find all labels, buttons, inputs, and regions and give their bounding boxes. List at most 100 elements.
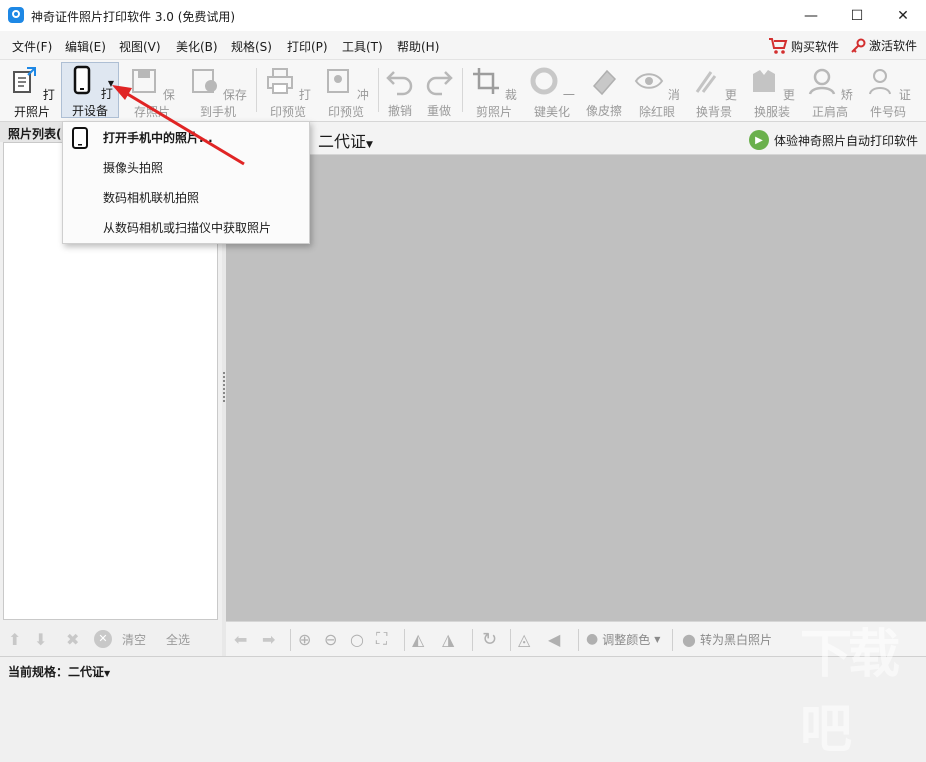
save-to-phone-icon	[192, 69, 218, 93]
app-logo-icon	[8, 7, 24, 23]
activate-software-link[interactable]: 激活软件	[850, 37, 917, 54]
previous-icon[interactable]: ⬅	[234, 629, 247, 649]
red-eye-icon	[634, 73, 664, 89]
clothes-icon	[753, 70, 776, 92]
status-bar: 当前规格：二代证▼	[0, 656, 926, 684]
undo-icon	[386, 71, 413, 96]
auto-print-link[interactable]: ▶ 体验神奇照片自动打印软件	[748, 130, 918, 150]
buy-software-link[interactable]: 购买软件	[768, 37, 839, 55]
remove-icon[interactable]: ✕	[94, 629, 112, 649]
print-preview-button[interactable]: 打印预览	[261, 64, 315, 119]
open-device-button[interactable]: 打开设备 ▼	[61, 62, 119, 118]
one-click-beautify-button[interactable]: 一键美化	[526, 64, 578, 119]
chevron-down-icon: ▼	[366, 140, 373, 150]
adjust-color-button[interactable]: ● 调整颜色 ▼	[586, 629, 660, 649]
open-device-dropdown: 打开手机中的照片... 摄像头拍照 数码相机联机拍照 从数码相机或扫描仪中获取照…	[62, 121, 310, 244]
watermark: 下载吧	[800, 625, 900, 760]
print-preview-icon	[267, 68, 294, 94]
main-header: 二代证▼ ▶ 体验神奇照片自动打印软件	[226, 122, 926, 155]
move-down-icon[interactable]: ⬇	[34, 629, 47, 649]
undo-label: 撤销	[387, 104, 412, 118]
menu-spec[interactable]: 规格(S)	[231, 38, 272, 55]
dropdown-item-camera[interactable]: 摄像头拍照	[103, 159, 163, 176]
rotate-right-icon[interactable]: ◮	[442, 629, 454, 649]
dropdown-item-tethered-camera[interactable]: 数码相机联机拍照	[103, 189, 199, 206]
convert-bw-button[interactable]: ● 转为黑白照片	[682, 629, 772, 649]
next-icon[interactable]: ➡	[262, 629, 275, 649]
save-photo-button[interactable]: 保存照片	[124, 64, 180, 119]
menu-print[interactable]: 打印(P)	[287, 38, 328, 55]
change-clothes-button[interactable]: 更换服装	[745, 64, 799, 119]
flip-horizontal-icon[interactable]: ◬	[518, 629, 530, 649]
title-bar: 神奇证件照片打印软件 3.0 (免费试用) — ☐ ✕	[0, 0, 926, 31]
current-spec[interactable]: 当前规格：二代证▼	[8, 663, 110, 680]
eraser-button[interactable]: 像皮擦	[582, 64, 626, 118]
chevron-down-icon: ▼	[104, 669, 111, 678]
zoom-out-icon[interactable]: ⊖	[324, 629, 337, 649]
menu-bar: 文件(F) 编辑(E) 视图(V) 美化(B) 规格(S) 打印(P) 工具(T…	[0, 31, 926, 60]
toolbar-separator	[290, 629, 291, 651]
menu-file[interactable]: 文件(F)	[12, 38, 52, 55]
photo-print-preview-button[interactable]: 冲印预览	[319, 64, 373, 119]
change-background-button[interactable]: 更换背景	[687, 64, 741, 119]
phone-icon	[73, 65, 91, 95]
flip-vertical-icon[interactable]: ◀	[548, 629, 560, 649]
shoulder-icon	[808, 68, 836, 95]
redo-label: 重做	[426, 104, 451, 118]
key-icon	[851, 38, 866, 53]
splitter-grip-icon	[223, 372, 225, 402]
maximize-button[interactable]: ☐	[834, 0, 880, 31]
correct-shoulder-button[interactable]: 矫正肩高	[803, 64, 857, 119]
delete-photo-icon[interactable]: ✖	[66, 629, 79, 649]
auto-print-icon: ▶	[748, 130, 769, 150]
dropdown-item-open-phone-photos[interactable]: 打开手机中的照片...	[103, 129, 213, 146]
open-photo-button[interactable]: 打开照片	[4, 64, 60, 119]
toolbar-separator	[672, 629, 673, 651]
adjust-color-label: 调整颜色	[602, 632, 651, 647]
menu-beautify[interactable]: 美化(B)	[176, 38, 218, 55]
zoom-fit-icon[interactable]: ○	[350, 629, 364, 649]
move-up-icon[interactable]: ⬆	[8, 629, 21, 649]
save-to-phone-button[interactable]: 保存到手机	[185, 64, 251, 119]
open-photo-icon	[13, 67, 37, 93]
menu-view[interactable]: 视图(V)	[119, 38, 161, 55]
cart-icon	[769, 38, 788, 54]
toolbar-separator	[472, 629, 473, 651]
minimize-button[interactable]: —	[788, 0, 834, 31]
refresh-icon[interactable]: ↻	[482, 629, 497, 650]
menu-edit[interactable]: 编辑(E)	[65, 38, 106, 55]
photo-list-title: 照片列表(	[8, 127, 62, 141]
eraser-icon	[592, 69, 617, 96]
menu-help[interactable]: 帮助(H)	[397, 38, 439, 55]
redo-icon	[426, 71, 453, 96]
current-spec-value: 二代证	[68, 665, 105, 679]
zoom-in-icon[interactable]: ⊕	[298, 629, 311, 649]
id-number-icon	[869, 69, 892, 95]
photo-list-actions: ⬆ ⬇ ✖ ✕ 清空 全选	[0, 622, 222, 656]
remove-red-eye-button[interactable]: 消除红眼	[630, 64, 684, 119]
redo-button[interactable]: 重做	[420, 64, 458, 118]
photo-print-preview-icon	[327, 69, 350, 93]
fullscreen-icon[interactable]: ⛶	[376, 629, 387, 649]
close-button[interactable]: ✕	[880, 0, 926, 31]
save-icon	[132, 69, 157, 93]
select-all-button[interactable]: 全选	[166, 629, 190, 649]
spec-selector-label: 二代证	[318, 132, 367, 151]
rotate-left-icon[interactable]: ◭	[412, 629, 424, 649]
id-number-button[interactable]: 证件号码	[861, 64, 915, 119]
color-palette-icon: ●	[586, 631, 599, 647]
activate-software-label: 激活软件	[869, 39, 918, 53]
crop-photo-button[interactable]: 裁剪照片	[466, 64, 522, 119]
user-icon: ●	[682, 629, 696, 649]
spec-selector[interactable]: 二代证▼	[318, 128, 373, 152]
crop-icon	[473, 68, 500, 94]
clear-list-button[interactable]: 清空	[122, 629, 146, 649]
dropdown-item-scanner[interactable]: 从数码相机或扫描仪中获取照片	[103, 219, 271, 236]
undo-button[interactable]: 撤销	[381, 64, 419, 118]
photo-canvas[interactable]	[226, 155, 926, 621]
phone-icon	[72, 127, 88, 149]
menu-tools[interactable]: 工具(T)	[342, 38, 383, 55]
toolbar-separator	[256, 68, 257, 112]
convert-bw-label: 转为黑白照片	[699, 632, 772, 647]
toolbar-separator	[510, 629, 511, 651]
